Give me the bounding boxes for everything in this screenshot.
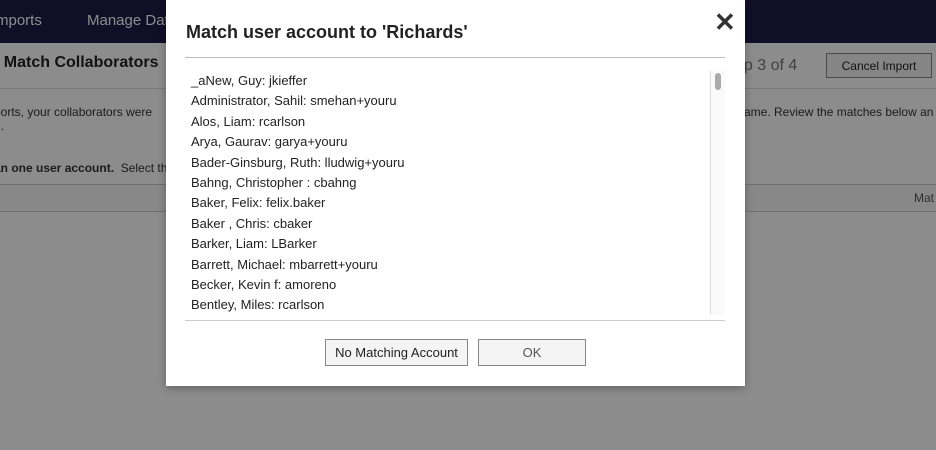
account-list-item[interactable]: Bader-Ginsburg, Ruth: lludwig+youru — [191, 153, 405, 173]
list-scrollbar[interactable] — [710, 71, 725, 315]
account-list-item[interactable]: Bentley, Miles: rcarlson — [191, 295, 405, 315]
account-list-item[interactable]: Barker, Liam: LBarker — [191, 234, 405, 254]
match-account-dialog: Match user account to 'Richards' ✕ _aNew… — [166, 0, 745, 386]
account-list-item[interactable]: Barrett, Michael: mbarrett+youru — [191, 255, 405, 275]
dialog-footer-divider — [185, 320, 725, 321]
account-list-item[interactable]: Alos, Liam: rcarlson — [191, 112, 405, 132]
account-list-item[interactable]: Bahng, Christopher : cbahng — [191, 173, 405, 193]
account-list-item[interactable]: _aNew, Guy: jkieffer — [191, 71, 405, 91]
dialog-divider — [185, 57, 725, 58]
account-list[interactable]: _aNew, Guy: jkieffer Administrator, Sahi… — [185, 69, 725, 315]
close-icon[interactable]: ✕ — [714, 9, 736, 35]
account-list-items: _aNew, Guy: jkieffer Administrator, Sahi… — [191, 71, 405, 315]
account-list-item[interactable]: Baker, Felix: felix.baker — [191, 193, 405, 213]
scrollbar-thumb[interactable] — [715, 73, 721, 90]
account-list-item[interactable]: Baker , Chris: cbaker — [191, 214, 405, 234]
ok-button[interactable]: OK — [478, 339, 586, 366]
no-matching-account-button[interactable]: No Matching Account — [325, 339, 468, 366]
account-list-item[interactable]: Administrator, Sahil: smehan+youru — [191, 91, 405, 111]
account-list-item[interactable]: Arya, Gaurav: garya+youru — [191, 132, 405, 152]
account-list-item[interactable]: Becker, Kevin f: amoreno — [191, 275, 405, 295]
dialog-title: Match user account to 'Richards' — [186, 22, 468, 42]
